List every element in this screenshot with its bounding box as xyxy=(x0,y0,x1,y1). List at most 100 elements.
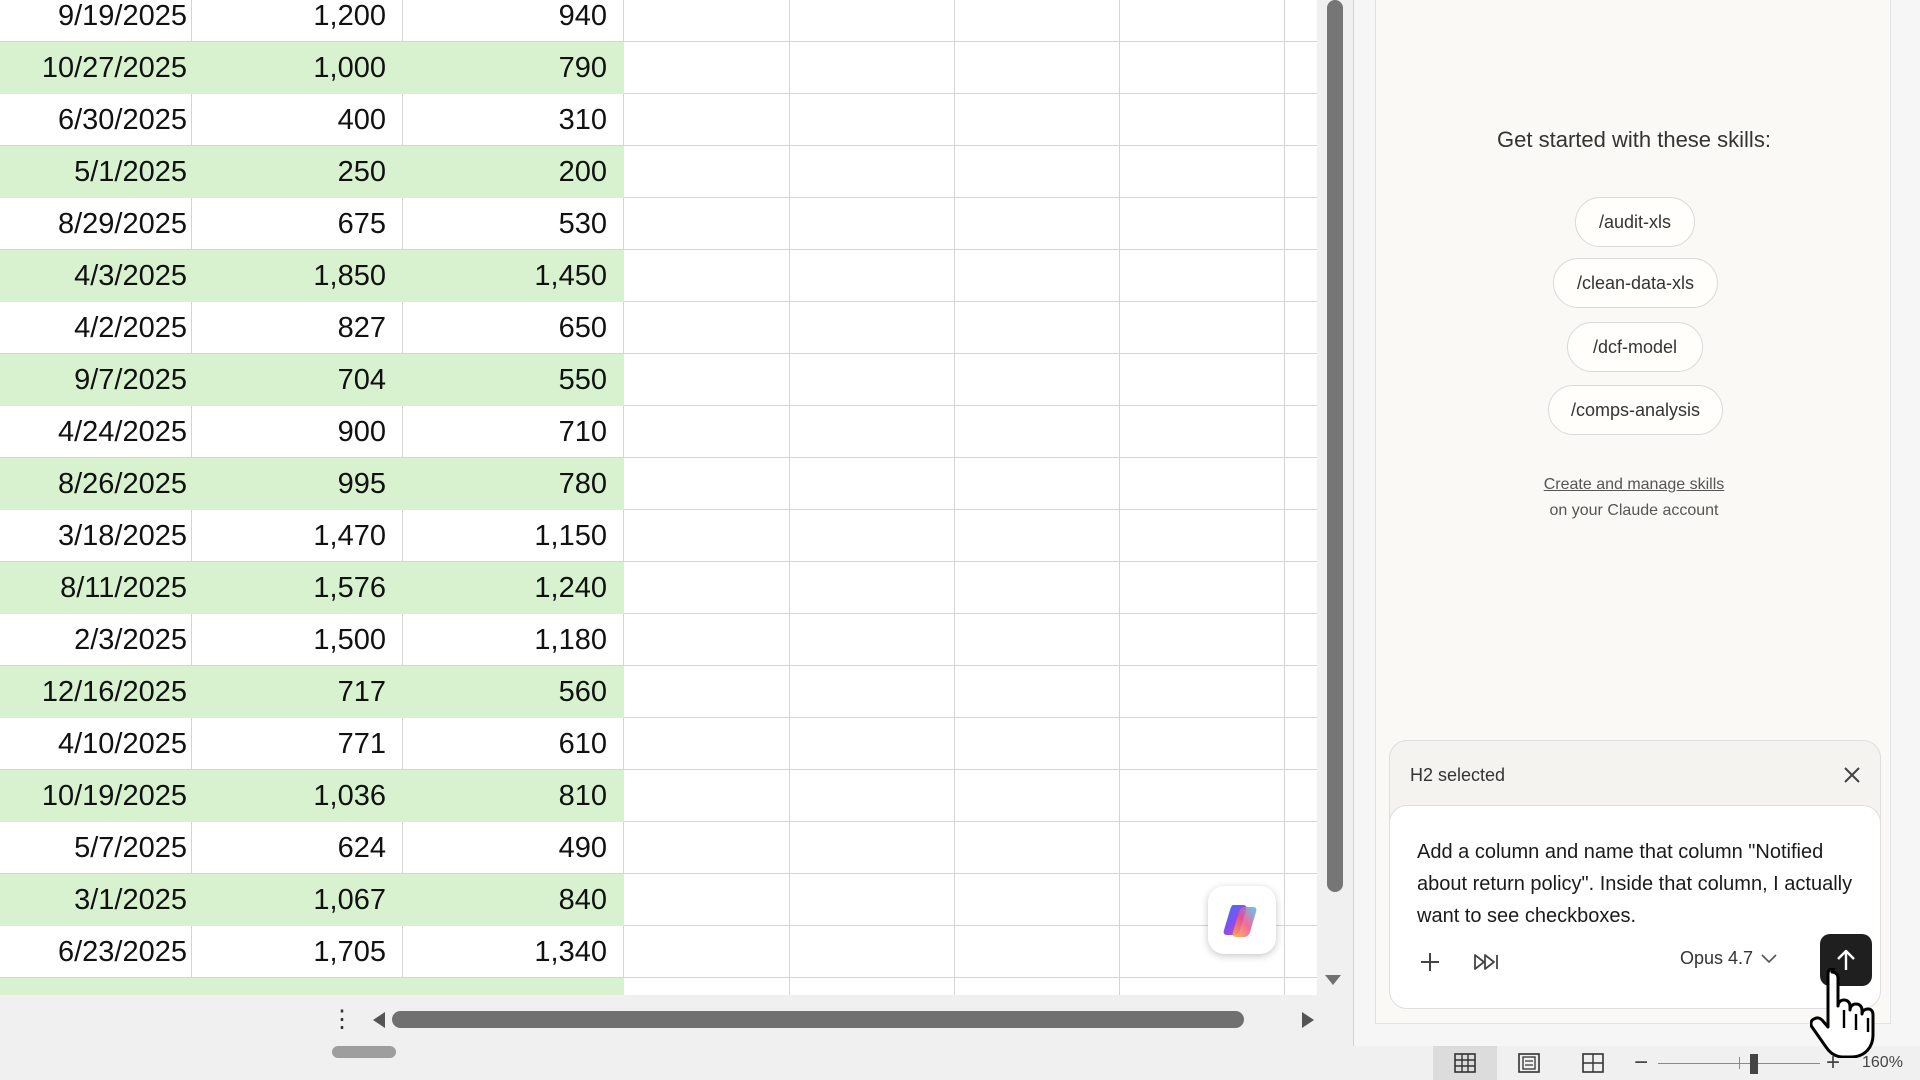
date-cell[interactable]: 6/30/2025 xyxy=(0,94,192,146)
number-cell[interactable] xyxy=(192,978,403,995)
prompt-input[interactable]: Add a column and name that column "Notif… xyxy=(1389,805,1881,1009)
empty-cell[interactable] xyxy=(1120,0,1285,42)
empty-cell[interactable] xyxy=(1120,666,1285,718)
empty-cell[interactable] xyxy=(955,926,1120,978)
empty-cell[interactable] xyxy=(1285,0,1317,42)
number-cell[interactable]: 1,470 xyxy=(192,510,403,562)
add-attachment-button[interactable] xyxy=(1414,946,1446,978)
empty-cell[interactable] xyxy=(624,302,790,354)
number-cell[interactable]: 490 xyxy=(403,822,624,874)
empty-cell[interactable] xyxy=(1120,146,1285,198)
empty-cell[interactable] xyxy=(790,978,955,995)
number-cell[interactable]: 530 xyxy=(403,198,624,250)
number-cell[interactable]: 675 xyxy=(192,198,403,250)
model-selector[interactable]: Opus 4.7 xyxy=(1680,948,1777,969)
scroll-right-arrow-icon[interactable] xyxy=(1302,1012,1314,1028)
date-cell[interactable]: 10/19/2025 xyxy=(0,770,192,822)
empty-cell[interactable] xyxy=(955,978,1120,995)
date-cell[interactable]: 3/18/2025 xyxy=(0,510,192,562)
normal-view-button[interactable] xyxy=(1433,1046,1497,1080)
number-cell[interactable]: 810 xyxy=(403,770,624,822)
empty-cell[interactable] xyxy=(955,198,1120,250)
scroll-left-arrow-icon[interactable] xyxy=(373,1012,385,1028)
number-cell[interactable]: 995 xyxy=(192,458,403,510)
empty-cell[interactable] xyxy=(790,146,955,198)
empty-cell[interactable] xyxy=(1120,42,1285,94)
empty-cell[interactable] xyxy=(624,354,790,406)
empty-cell[interactable] xyxy=(1120,198,1285,250)
date-cell[interactable]: 4/3/2025 xyxy=(0,250,192,302)
number-cell[interactable]: 1,180 xyxy=(403,614,624,666)
empty-cell[interactable] xyxy=(790,354,955,406)
empty-cell[interactable] xyxy=(790,250,955,302)
number-cell[interactable]: 650 xyxy=(403,302,624,354)
empty-cell[interactable] xyxy=(790,510,955,562)
number-cell[interactable]: 827 xyxy=(192,302,403,354)
page-layout-view-button[interactable] xyxy=(1497,1046,1561,1080)
empty-cell[interactable] xyxy=(624,42,790,94)
empty-cell[interactable] xyxy=(624,718,790,770)
empty-cell[interactable] xyxy=(1120,510,1285,562)
empty-cell[interactable] xyxy=(1285,354,1317,406)
empty-cell[interactable] xyxy=(790,874,955,926)
number-cell[interactable]: 610 xyxy=(403,718,624,770)
empty-cell[interactable] xyxy=(1285,250,1317,302)
empty-cell[interactable] xyxy=(624,510,790,562)
empty-cell[interactable] xyxy=(955,718,1120,770)
empty-cell[interactable] xyxy=(790,94,955,146)
empty-cell[interactable] xyxy=(955,874,1120,926)
date-cell[interactable]: 8/29/2025 xyxy=(0,198,192,250)
empty-cell[interactable] xyxy=(1285,510,1317,562)
date-cell[interactable]: 3/1/2025 xyxy=(0,874,192,926)
empty-cell[interactable] xyxy=(624,926,790,978)
empty-cell[interactable] xyxy=(1120,978,1285,995)
empty-cell[interactable] xyxy=(955,614,1120,666)
number-cell[interactable]: 200 xyxy=(403,146,624,198)
empty-cell[interactable] xyxy=(624,666,790,718)
empty-cell[interactable] xyxy=(624,406,790,458)
date-cell[interactable]: 5/1/2025 xyxy=(0,146,192,198)
empty-cell[interactable] xyxy=(790,302,955,354)
skill-chip-comps-analysis[interactable]: /comps-analysis xyxy=(1548,385,1723,435)
empty-cell[interactable] xyxy=(790,614,955,666)
prompt-text[interactable]: Add a column and name that column "Notif… xyxy=(1417,836,1857,932)
empty-cell[interactable] xyxy=(624,146,790,198)
empty-cell[interactable] xyxy=(1120,458,1285,510)
date-cell[interactable]: 8/11/2025 xyxy=(0,562,192,614)
empty-cell[interactable] xyxy=(955,562,1120,614)
sheet-options-icon[interactable]: ⋮ xyxy=(330,1003,354,1037)
empty-cell[interactable] xyxy=(1120,614,1285,666)
empty-cell[interactable] xyxy=(1120,94,1285,146)
sheet-tab-split-handle[interactable] xyxy=(332,1046,396,1058)
empty-cell[interactable] xyxy=(1285,614,1317,666)
empty-cell[interactable] xyxy=(624,822,790,874)
empty-cell[interactable] xyxy=(1120,770,1285,822)
empty-cell[interactable] xyxy=(1285,666,1317,718)
copilot-button[interactable] xyxy=(1208,886,1276,954)
empty-cell[interactable] xyxy=(1285,458,1317,510)
date-cell[interactable]: 4/2/2025 xyxy=(0,302,192,354)
date-cell[interactable]: 5/7/2025 xyxy=(0,822,192,874)
empty-cell[interactable] xyxy=(790,926,955,978)
empty-cell[interactable] xyxy=(955,94,1120,146)
manage-skills-link[interactable]: Create and manage skills xyxy=(1376,476,1892,494)
number-cell[interactable]: 717 xyxy=(192,666,403,718)
number-cell[interactable]: 1,200 xyxy=(192,0,403,42)
scroll-down-arrow-icon[interactable] xyxy=(1325,975,1341,985)
date-cell[interactable]: 4/24/2025 xyxy=(0,406,192,458)
number-cell[interactable]: 250 xyxy=(192,146,403,198)
empty-cell[interactable] xyxy=(1120,822,1285,874)
empty-cell[interactable] xyxy=(624,614,790,666)
empty-cell[interactable] xyxy=(1120,250,1285,302)
number-cell[interactable]: 1,450 xyxy=(403,250,624,302)
empty-cell[interactable] xyxy=(1285,770,1317,822)
number-cell[interactable]: 704 xyxy=(192,354,403,406)
number-cell[interactable]: 1,705 xyxy=(192,926,403,978)
empty-cell[interactable] xyxy=(1285,822,1317,874)
number-cell[interactable]: 1,067 xyxy=(192,874,403,926)
number-cell[interactable] xyxy=(403,978,624,995)
empty-cell[interactable] xyxy=(790,198,955,250)
number-cell[interactable]: 400 xyxy=(192,94,403,146)
spreadsheet-grid[interactable]: 9/19/2025 1,200 940 10/27/2025 1,000 790 6/30/… xyxy=(0,0,1317,995)
empty-cell[interactable] xyxy=(790,406,955,458)
